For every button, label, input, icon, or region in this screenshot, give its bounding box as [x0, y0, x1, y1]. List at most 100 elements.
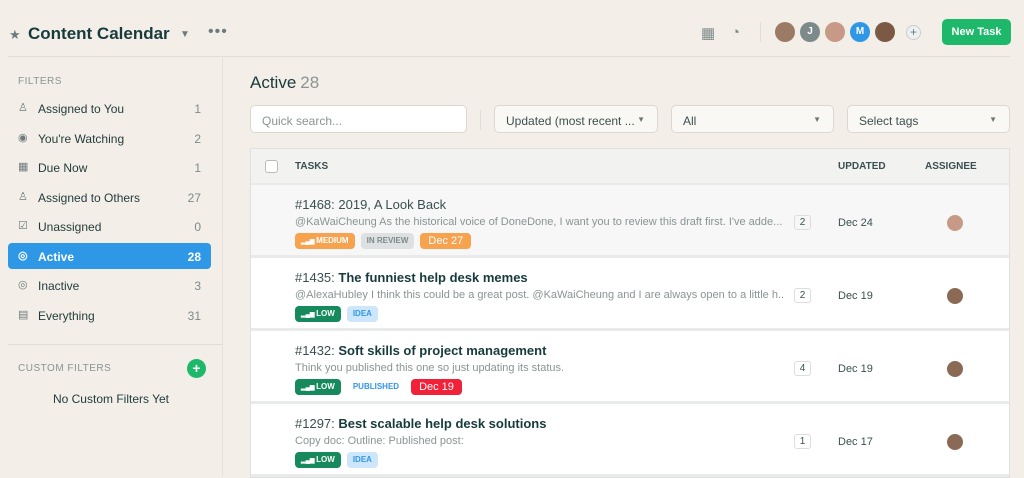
filter-count: 0	[194, 220, 201, 234]
task-description: Copy doc: Outline: Published post:	[295, 435, 464, 447]
member-avatar[interactable]: M	[850, 22, 870, 42]
project-title[interactable]: Content Calendar	[28, 24, 170, 44]
status-value: All	[683, 114, 697, 128]
checkbox-icon: ☑	[18, 220, 28, 232]
tag-text: IN REVIEW	[366, 236, 409, 245]
sort-value: Updated (most recent ...	[506, 114, 635, 128]
title-count: 28	[300, 73, 320, 92]
member-avatar[interactable]	[825, 22, 845, 42]
table-row[interactable]: #1432: Soft skills of project management…	[251, 331, 1009, 401]
filter-count: 31	[187, 308, 201, 323]
tag-text: LOW	[316, 382, 335, 391]
comment-count: 4	[794, 361, 811, 376]
tag-badge: PUBLISHED	[347, 379, 405, 395]
task-title[interactable]: #1468: 2019, A Look Back	[295, 197, 446, 212]
filter-item-you-re-watching[interactable]: ◉ You're Watching 2	[8, 125, 211, 151]
tag-badge: IN REVIEW	[360, 233, 415, 249]
tag-text: Dec 27	[428, 235, 464, 247]
filter-item-everything[interactable]: ▤ Everything 31	[8, 302, 211, 328]
comment-count: 1	[794, 434, 811, 449]
calendar-icon[interactable]: ▦	[701, 24, 715, 42]
table-header: TASKS UPDATED ASSIGNEE	[251, 149, 1009, 183]
chevron-down-icon[interactable]: ▼	[180, 29, 190, 40]
filters-heading: FILTERS	[18, 76, 62, 87]
eye-icon: ◉	[18, 131, 28, 144]
filter-label: Unassigned	[38, 220, 102, 234]
tags-select[interactable]: Select tags ▼	[847, 105, 1010, 133]
filter-item-active[interactable]: ◎ Active 28	[8, 242, 211, 269]
target-icon: ◎	[18, 249, 28, 262]
task-title[interactable]: #1435: The funniest help desk memes	[295, 270, 528, 285]
tag-text: PUBLISHED	[352, 382, 400, 391]
filter-item-unassigned[interactable]: ☑ Unassigned 0	[8, 213, 211, 239]
filter-count: 27	[187, 190, 201, 205]
tags-value: Select tags	[859, 114, 919, 128]
pie-chart-icon[interactable]: ◔	[731, 24, 740, 41]
new-task-button[interactable]: New Task	[942, 19, 1011, 45]
table-row[interactable]: #1468: 2019, A Look Back @KaWaiCheung As…	[251, 185, 1009, 255]
updated-date: Dec 19	[838, 363, 873, 375]
more-menu-button[interactable]: •••	[208, 23, 228, 41]
column-tasks[interactable]: TASKS	[295, 161, 328, 172]
table-row[interactable]: #1435: The funniest help desk memes @Ale…	[251, 258, 1009, 328]
member-avatar[interactable]: J	[800, 22, 820, 42]
tag-badge: ▂▄▆ MEDIUM	[295, 233, 355, 249]
assignee-avatar[interactable]	[947, 288, 963, 304]
updated-date: Dec 19	[838, 290, 873, 302]
sort-select[interactable]: Updated (most recent ... ▼	[494, 105, 658, 133]
add-custom-filter-button[interactable]: +	[187, 359, 206, 378]
filter-item-assigned-to-you[interactable]: ♙ Assigned to You 1	[8, 95, 211, 121]
tag-text: MEDIUM	[316, 236, 349, 245]
updated-date: Dec 24	[838, 217, 873, 229]
search-input[interactable]: Quick search...	[250, 105, 467, 133]
column-updated[interactable]: UPDATED	[838, 161, 886, 172]
task-title[interactable]: #1432: Soft skills of project management	[295, 343, 546, 358]
tag-badge: IDEA	[346, 452, 378, 468]
member-avatar[interactable]	[775, 22, 795, 42]
tag-badge: IDEA	[346, 306, 378, 322]
filter-count: 1	[194, 102, 201, 116]
task-id: #1432:	[295, 343, 335, 358]
task-tags: ▂▄▆ LOW IDEA	[295, 452, 378, 468]
filter-item-due-now[interactable]: ▦ Due Now 1	[8, 154, 211, 180]
tag-text: IDEA	[352, 455, 372, 464]
assignee-avatar[interactable]	[947, 215, 963, 231]
assignee-avatar[interactable]	[947, 434, 963, 450]
custom-filters-heading: CUSTOM FILTERS	[18, 363, 112, 374]
task-title[interactable]: #1297: Best scalable help desk solutions	[295, 416, 546, 431]
star-icon[interactable]: ★	[9, 27, 21, 43]
filter-count: 28	[187, 249, 201, 264]
column-assignee[interactable]: ASSIGNEE	[925, 161, 977, 172]
member-avatar[interactable]	[875, 22, 895, 42]
table-row[interactable]: #1297: Best scalable help desk solutions…	[251, 404, 1009, 474]
tag-badge: ▂▄▆ LOW	[295, 452, 341, 468]
task-tags: ▂▄▆ LOW IDEA	[295, 306, 378, 322]
chevron-down-icon: ▼	[813, 115, 821, 124]
task-name: Soft skills of project management	[338, 343, 547, 358]
filter-label: Inactive	[38, 279, 80, 293]
user-icon: ♙	[18, 102, 28, 114]
filter-label: Assigned to You	[38, 102, 125, 116]
add-member-button[interactable]: +	[906, 25, 921, 40]
task-name: Best scalable help desk solutions	[338, 416, 547, 431]
filter-item-inactive[interactable]: ◎ Inactive 3	[8, 272, 211, 298]
task-name: The funniest help desk memes	[338, 270, 528, 285]
select-all-checkbox[interactable]	[265, 160, 278, 173]
filter-label: Everything	[38, 308, 95, 323]
calendar-icon: ▦	[18, 161, 29, 173]
circle-icon: ◎	[18, 279, 28, 291]
assignee-avatar[interactable]	[947, 361, 963, 377]
tag-text: IDEA	[352, 309, 372, 318]
divider	[480, 110, 481, 130]
priority-bars-icon: ▂▄▆	[301, 312, 317, 318]
top-bar: ★ Content Calendar ▼ ••• ▦ ◔ J M + New Ta…	[0, 0, 1024, 58]
due-date-badge: Dec 19	[411, 379, 462, 395]
task-table: TASKS UPDATED ASSIGNEE #1468: 2019, A Lo…	[250, 148, 1010, 478]
title-text: Active	[250, 73, 297, 92]
filter-count: 3	[194, 279, 201, 293]
filter-count: 2	[194, 131, 201, 146]
filter-item-assigned-to-others[interactable]: ♙ Assigned to Others 27	[8, 184, 211, 210]
status-select[interactable]: All ▼	[671, 105, 834, 133]
task-description: @AlexaHubley I think this could be a gre…	[295, 289, 785, 301]
sidebar: FILTERS ♙ Assigned to You 1 ◉ You're Watchin…	[0, 58, 222, 476]
